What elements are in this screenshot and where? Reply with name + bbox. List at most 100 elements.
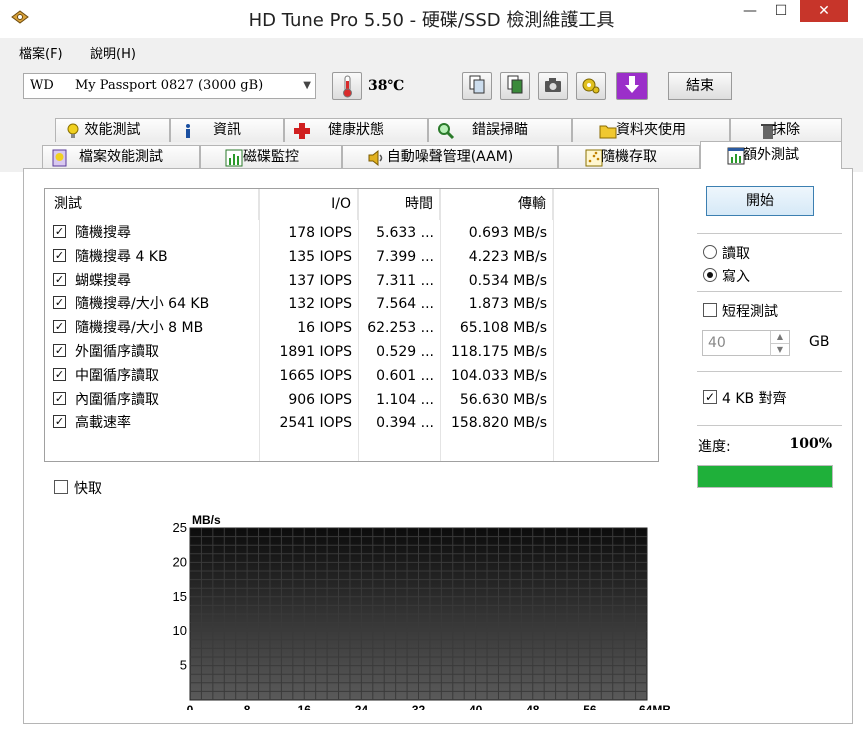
column-header-io[interactable]: I/O [259, 189, 358, 220]
tab-label: 隨機存取 [601, 149, 657, 165]
start-button[interactable]: 開始 [706, 186, 814, 216]
column-header-transfer[interactable]: 傳輸 [440, 189, 553, 220]
table-row[interactable]: ✓ 隨機搜尋/大小 8 MB 16 IOPS 62.253 ... 65.108 MB/… [45, 316, 658, 340]
chevron-down-icon: ▼ [303, 80, 311, 91]
test-name: 蝴蝶搜尋 [75, 272, 131, 289]
progress-value: 100% [789, 436, 832, 452]
tab-label: 效能測試 [84, 122, 141, 138]
tab-erase[interactable]: 抹除 [730, 118, 842, 142]
options-icon[interactable] [576, 72, 606, 100]
time-value: 5.633 ... [376, 225, 434, 241]
read-label: 讀取 [722, 246, 750, 262]
progress-label: 進度: [698, 439, 731, 455]
menu-file[interactable]: 檔案(F) [19, 43, 63, 62]
x-tick-label: 56 [583, 703, 597, 710]
test-name: 隨機搜尋/大小 64 KB [75, 296, 210, 313]
io-value: 16 IOPS [297, 320, 352, 337]
x-tick-label: 48 [526, 703, 540, 710]
test-name: 內圍循序讀取 [75, 391, 159, 408]
time-value: 1.104 ... [376, 391, 434, 408]
window-title: HD Tune Pro 5.50 - 硬碟/SSD 檢測維護工具 [248, 10, 615, 31]
table-row[interactable]: ✓ 隨機搜尋 4 KB 135 IOPS 7.399 ... 4.223 MB/s [45, 245, 658, 269]
column-header-time[interactable]: 時間 [358, 189, 440, 220]
row-checkbox[interactable]: ✓ [53, 391, 66, 405]
results-table: 測試 I/O 時間 傳輸 ✓ 隨機搜尋 178 IOPS 5.633 ... 0.693… [44, 188, 659, 462]
table-row[interactable]: ✓ 隨機搜尋/大小 64 KB 132 IOPS 7.564 ... 1.873 MB/… [45, 292, 658, 316]
test-name: 隨機搜尋 4 KB [75, 248, 168, 265]
row-checkbox[interactable]: ✓ [53, 415, 66, 429]
row-checkbox[interactable]: ✓ [53, 225, 66, 238]
y-tick-label: 5 [180, 658, 187, 673]
table-row[interactable]: ✓ 外圍循序讀取 1891 IOPS 0.529 ... 118.175 MB/s [45, 340, 658, 364]
transfer-value: 4.223 MB/s [468, 248, 547, 265]
transfer-value: 0.693 MB/s [468, 225, 547, 241]
drive-select[interactable]: WD My Passport 0827 (3000 gB) ▼ [23, 73, 316, 99]
transfer-value: 0.534 MB/s [468, 272, 547, 289]
tab-error-scan[interactable]: 錯誤掃瞄 [428, 118, 572, 142]
row-checkbox[interactable]: ✓ [53, 272, 66, 286]
tab-folder-usage[interactable]: 資料夾使用 [572, 118, 730, 142]
io-value: 178 IOPS [288, 225, 352, 241]
tab-extra-tests[interactable]: 額外測試 [700, 141, 842, 169]
tab-file-benchmark[interactable]: 檔案效能測試 [42, 145, 200, 169]
thermometer-icon [332, 72, 362, 100]
time-value: 62.253 ... [367, 320, 434, 337]
y-tick-label: 25 [173, 520, 187, 535]
io-value: 137 IOPS [288, 272, 352, 289]
tab-disk-monitor[interactable]: 磁碟監控 [200, 145, 342, 169]
row-checkbox[interactable]: ✓ [53, 296, 66, 310]
row-checkbox[interactable]: ✓ [53, 248, 66, 262]
transfer-chart: 25 20 15 10 5 MB/s 0 8 16 24 32 40 48 56 64MB [173, 513, 670, 710]
minimize-button[interactable]: — [737, 0, 763, 22]
close-button[interactable]: ✕ [800, 0, 848, 22]
transfer-value: 56.630 MB/s [459, 391, 547, 408]
table-row[interactable]: ✓ 中圍循序讀取 1665 IOPS 0.601 ... 104.033 MB/s [45, 364, 658, 388]
time-value: 0.394 ... [376, 415, 434, 432]
gb-stepper[interactable]: 40 ▲ ▼ [702, 330, 790, 356]
io-value: 2541 IOPS [279, 415, 352, 432]
time-value: 0.601 ... [376, 367, 434, 384]
test-name: 中圍循序讀取 [75, 367, 159, 384]
gb-unit: GB [809, 334, 830, 350]
divider [697, 291, 842, 292]
test-name: 隨機搜尋 [75, 225, 131, 241]
stepper-down-icon[interactable]: ▼ [770, 343, 789, 356]
save-download-icon[interactable] [616, 72, 648, 100]
cache-checkbox[interactable] [54, 480, 68, 494]
copy-icon[interactable] [462, 72, 492, 100]
cache-label: 快取 [74, 481, 102, 497]
tab-info[interactable]: 資訊 [170, 118, 284, 142]
camera-icon[interactable] [538, 72, 568, 100]
tab-health[interactable]: 健康狀態 [284, 118, 428, 142]
stepper-up-icon[interactable]: ▲ [770, 331, 789, 343]
tab-label: 健康狀態 [328, 122, 384, 138]
row-checkbox[interactable]: ✓ [53, 367, 66, 381]
exit-button[interactable]: 結束 [668, 72, 732, 100]
table-row[interactable]: ✓ 高載速率 2541 IOPS 0.394 ... 158.820 MB/s [45, 411, 658, 435]
tab-aam[interactable]: 自動噪聲管理(AAM) [342, 145, 558, 169]
column-header-test[interactable]: 測試 [45, 189, 259, 220]
row-checkbox[interactable]: ✓ [53, 320, 66, 334]
row-checkbox[interactable]: ✓ [53, 344, 66, 357]
transfer-value: 104.033 MB/s [450, 367, 547, 384]
tab-benchmark[interactable]: 效能測試 [55, 118, 170, 142]
divider [697, 371, 842, 372]
short-test-checkbox[interactable] [703, 303, 717, 317]
write-radio[interactable] [703, 268, 717, 282]
maximize-button[interactable]: ☐ [768, 0, 794, 22]
copy-text-icon[interactable] [500, 72, 530, 100]
table-row[interactable]: ✓ 蝴蝶搜尋 137 IOPS 7.311 ... 0.534 MB/s [45, 269, 658, 293]
progress-bar [697, 465, 833, 488]
io-value: 135 IOPS [288, 248, 352, 265]
x-tick-label: 16 [298, 703, 312, 710]
transfer-value: 118.175 MB/s [450, 344, 547, 360]
x-tick-label: 8 [244, 703, 251, 710]
time-value: 7.399 ... [376, 248, 434, 265]
read-radio[interactable] [703, 245, 717, 259]
drive-name: My Passport 0827 (3000 gB) [75, 78, 264, 93]
table-row[interactable]: ✓ 內圍循序讀取 906 IOPS 1.104 ... 56.630 MB/s [45, 388, 658, 412]
tab-random-access[interactable]: 隨機存取 [558, 145, 700, 169]
table-row[interactable]: ✓ 隨機搜尋 178 IOPS 5.633 ... 0.693 MB/s [45, 221, 658, 245]
align-4kb-checkbox[interactable]: ✓ [703, 390, 717, 404]
menu-help[interactable]: 說明(H) [90, 43, 136, 62]
